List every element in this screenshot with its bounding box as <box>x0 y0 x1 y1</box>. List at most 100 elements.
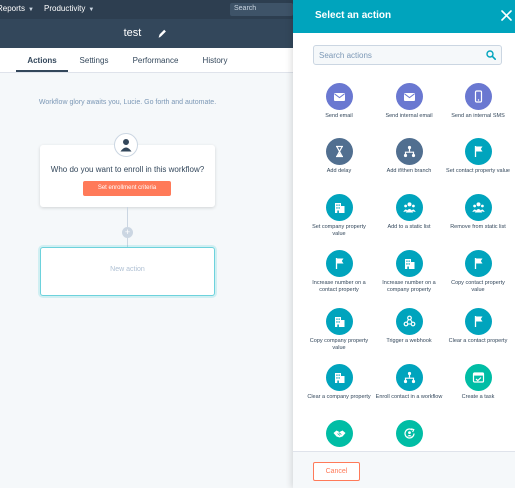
panel-title: Select an action <box>315 10 392 21</box>
pencil-icon[interactable] <box>157 27 167 39</box>
active-tab-indicator <box>16 70 68 72</box>
nav-reports[interactable]: Reports▼ <box>0 4 34 13</box>
people-icon <box>402 202 416 213</box>
global-search-input[interactable]: Search <box>230 3 293 16</box>
action-icon-circle <box>464 250 492 277</box>
action-trigger-a-webhook[interactable]: Trigger a webhook <box>375 308 443 345</box>
new-action-card[interactable]: New action <box>40 247 215 296</box>
select-action-panel: Select an action Send email Send internal… <box>293 0 515 488</box>
enrollment-question: Who do you want to enroll in this workfl… <box>50 165 205 174</box>
action-icon-circle <box>325 364 353 391</box>
action-create-a-task[interactable]: Create a task <box>444 364 512 401</box>
nav-productivity-label: Productivity <box>44 4 86 13</box>
workflow-header: test <box>0 19 293 48</box>
cancel-button[interactable]: Cancel <box>313 462 360 481</box>
tab-settings[interactable]: Settings <box>71 56 117 65</box>
contact-avatar <box>114 133 138 157</box>
action-icon-circle <box>395 308 423 335</box>
action-handshake[interactable] <box>305 420 373 450</box>
action-set-contact-property-value[interactable]: Set contact property value <box>444 138 512 175</box>
action-label: Increase number on a company property <box>382 280 436 293</box>
action-label: Increase number on a contact property <box>312 280 366 293</box>
action-icon-circle <box>325 194 353 221</box>
building-icon <box>334 373 344 383</box>
action-label: Trigger a webhook <box>386 338 432 344</box>
action-icon-circle <box>464 83 492 110</box>
flag-icon <box>474 146 482 157</box>
workflow-title: test <box>123 27 142 39</box>
flag-icon <box>474 316 482 327</box>
tab-actions[interactable]: Actions <box>16 56 68 65</box>
action-label: Copy company property value <box>309 338 369 351</box>
search-actions-input[interactable] <box>313 45 502 65</box>
task-icon <box>472 372 484 383</box>
search-icon[interactable] <box>486 50 496 60</box>
action-label: Set contact property value <box>446 168 510 174</box>
action-send-an-internal-sms[interactable]: Send an internal SMS <box>444 83 512 120</box>
action-icon-circle <box>325 138 353 165</box>
add-step-icon[interactable]: + <box>122 227 133 238</box>
action-icon-circle <box>325 250 353 277</box>
building-icon <box>404 259 414 269</box>
action-label: Set company property value <box>312 224 366 237</box>
tab-history[interactable]: History <box>196 56 234 65</box>
people-icon <box>471 202 485 213</box>
top-navigation-bar: Reports▼ Productivity▼ Search <box>0 0 293 19</box>
action-icon-circle <box>395 364 423 391</box>
action-icon-circle <box>395 250 423 277</box>
action-icon-circle <box>395 420 423 447</box>
action-user-rotate[interactable] <box>375 420 443 450</box>
action-label: Send internal email <box>385 113 433 119</box>
action-add-delay[interactable]: Add delay <box>305 138 373 175</box>
action-icon-circle <box>464 138 492 165</box>
action-add-if-then-branch[interactable]: Add if/then branch <box>375 138 443 175</box>
flag-icon <box>474 258 482 269</box>
action-label: Send email <box>325 113 353 119</box>
panel-header: Select an action <box>293 0 515 33</box>
building-icon <box>334 203 344 213</box>
hourglass-icon <box>335 145 343 158</box>
action-copy-contact-property-value[interactable]: Copy contact property value <box>444 250 512 294</box>
action-icon-circle <box>395 83 423 110</box>
action-label: Add delay <box>326 168 352 174</box>
caret-down-icon: ▼ <box>28 7 34 13</box>
user-rotate-icon <box>403 428 415 439</box>
global-search-placeholder: Search <box>234 5 257 12</box>
welcome-message: Workflow glory awaits you, Lucie. Go for… <box>38 99 217 106</box>
action-increase-number-on-a-contact-property[interactable]: Increase number on a contact property <box>305 250 373 294</box>
set-enrollment-criteria-button[interactable]: Set enrollment criteria <box>83 181 171 196</box>
handshake-icon <box>333 430 345 438</box>
envelope-icon <box>333 93 345 101</box>
action-increase-number-on-a-company-property[interactable]: Increase number on a company property <box>375 250 443 294</box>
new-action-label: New action <box>110 266 145 273</box>
nav-reports-label: Reports <box>0 4 26 13</box>
action-label: Remove from static list <box>450 224 506 230</box>
action-label: Clear a contact property <box>448 338 508 344</box>
action-set-company-property-value[interactable]: Set company property value <box>305 194 373 238</box>
flag-icon <box>335 258 343 269</box>
action-enroll-contact-in-a-workflow[interactable]: Enroll contact in a workflow <box>375 364 443 401</box>
connector-line <box>127 207 128 227</box>
action-icon-circle <box>325 83 353 110</box>
action-add-to-a-static-list[interactable]: Add to a static list <box>375 194 443 231</box>
close-icon[interactable] <box>501 10 512 21</box>
action-clear-a-contact-property[interactable]: Clear a contact property <box>444 308 512 345</box>
action-send-email[interactable]: Send email <box>305 83 373 120</box>
action-send-internal-email[interactable]: Send internal email <box>375 83 443 120</box>
action-label: Add if/then branch <box>386 168 432 174</box>
mobile-phone-icon <box>474 90 482 103</box>
tab-performance[interactable]: Performance <box>128 56 183 65</box>
building-icon <box>334 317 344 327</box>
action-clear-a-company-property[interactable]: Clear a company property <box>305 364 373 401</box>
action-icon-circle <box>325 308 353 335</box>
branch-icon <box>403 371 415 384</box>
action-label: Send an internal SMS <box>451 113 505 119</box>
panel-footer: Cancel <box>293 451 515 488</box>
envelope-icon <box>403 93 415 101</box>
action-remove-from-static-list[interactable]: Remove from static list <box>444 194 512 231</box>
action-label: Enroll contact in a workflow <box>375 394 443 400</box>
action-icon-circle <box>464 194 492 221</box>
nav-productivity[interactable]: Productivity ▼ <box>44 4 94 13</box>
action-copy-company-property-value[interactable]: Copy company property value <box>305 308 373 352</box>
action-icon-circle <box>395 194 423 221</box>
